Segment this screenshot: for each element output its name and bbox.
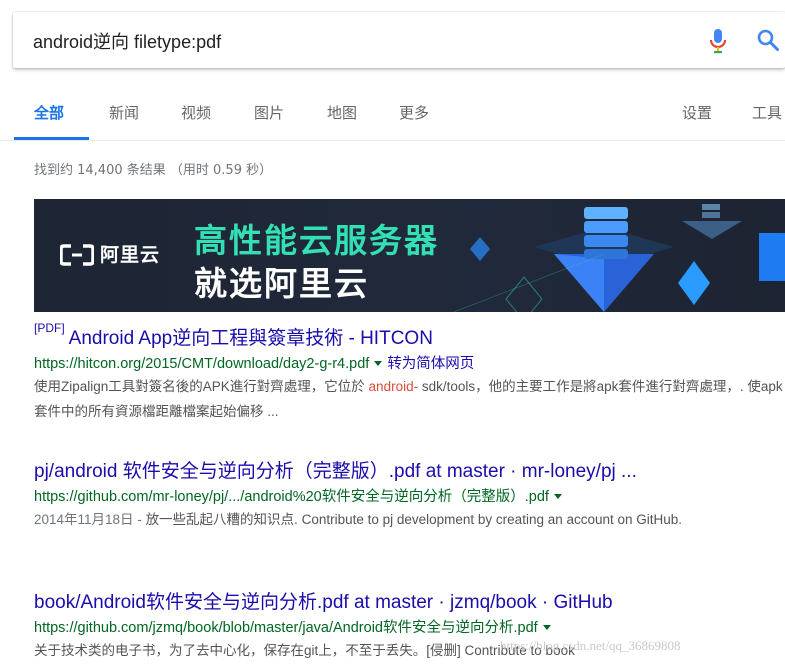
microphone-icon[interactable] xyxy=(708,27,728,55)
result-snippet: 使用Zipalign工具對簽名後的APK進行對齊處理，它位於 android- … xyxy=(34,374,785,424)
ad-cta-edge[interactable] xyxy=(759,233,785,281)
tab-images[interactable]: 图片 xyxy=(254,102,284,123)
snippet-text: 使用Zipalign工具對簽名後的APK進行對齊處理，它位於 xyxy=(34,379,369,394)
search-box xyxy=(13,12,785,68)
tab-all[interactable]: 全部 xyxy=(34,102,64,123)
result-snippet: 2014年11月18日 - 放一些乱起八糟的知识点. Contribute to… xyxy=(34,507,785,532)
tab-more[interactable]: 更多 xyxy=(399,102,429,123)
result-url: https://hitcon.org/2015/CMT/download/day… xyxy=(34,352,785,373)
result-title-link[interactable]: pj/android 软件安全与逆向分析（完整版）.pdf at master … xyxy=(34,456,785,483)
tab-maps[interactable]: 地图 xyxy=(327,102,357,123)
search-tabs: 全部 新闻 视频 图片 地图 更多 设置 工具 xyxy=(0,80,785,140)
url-dropdown-icon[interactable] xyxy=(374,360,383,366)
result-url-text: https://github.com/jzmq/book/blob/master… xyxy=(34,620,538,636)
search-icon[interactable] xyxy=(756,28,780,52)
result-date: 2014年11月18日 - xyxy=(34,512,146,527)
result-title-link[interactable]: book/Android软件安全与逆向分析.pdf at master · jz… xyxy=(34,587,785,614)
snippet-highlight: android- xyxy=(368,379,419,394)
result-title-link[interactable]: [PDF] Android App逆向工程與簽章技術 - HITCON xyxy=(34,321,785,350)
url-dropdown-icon[interactable] xyxy=(542,624,551,630)
ad-headline-2: 就选阿里云 xyxy=(194,264,369,303)
result-title-text: Android App逆向工程與簽章技術 - HITCON xyxy=(68,328,433,349)
result-stats: 找到约 14,400 条结果 （用时 0.59 秒） xyxy=(34,163,273,178)
server-illustration-icon xyxy=(454,204,742,312)
translate-link[interactable]: 转为简体网页 xyxy=(387,356,474,372)
tab-tools[interactable]: 工具 xyxy=(752,102,782,123)
aliyun-logo-icon xyxy=(60,244,94,266)
snippet-text: 放一些乱起八糟的知识点. Contribute to pj developmen… xyxy=(145,512,683,527)
ad-headline-1: 高性能云服务器 xyxy=(194,221,439,260)
watermark: https://blog.csdn.net/qq_36869808 xyxy=(500,638,681,653)
url-dropdown-icon[interactable] xyxy=(553,493,562,499)
result-url: https://github.com/jzmq/book/blob/master… xyxy=(34,616,785,637)
search-result-2: pj/android 软件安全与逆向分析（完整版）.pdf at master … xyxy=(34,456,785,532)
tab-settings[interactable]: 设置 xyxy=(682,102,712,123)
result-url: https://github.com/mr-loney/pj/.../andro… xyxy=(34,485,785,506)
result-url-text: https://hitcon.org/2015/CMT/download/day… xyxy=(34,356,370,372)
pdf-tag: [PDF] xyxy=(34,321,65,335)
tab-videos[interactable]: 视频 xyxy=(181,102,211,123)
tabs-divider xyxy=(0,140,785,141)
search-result-1: [PDF] Android App逆向工程與簽章技術 - HITCON https… xyxy=(34,321,785,424)
search-input[interactable] xyxy=(33,28,673,54)
tab-news[interactable]: 新闻 xyxy=(109,102,139,123)
ad-banner[interactable]: 阿里云 高性能云服务器 就选阿里云 xyxy=(34,199,785,312)
result-url-text: https://github.com/mr-loney/pj/.../andro… xyxy=(34,489,549,505)
ad-brand-name: 阿里云 xyxy=(100,244,161,266)
